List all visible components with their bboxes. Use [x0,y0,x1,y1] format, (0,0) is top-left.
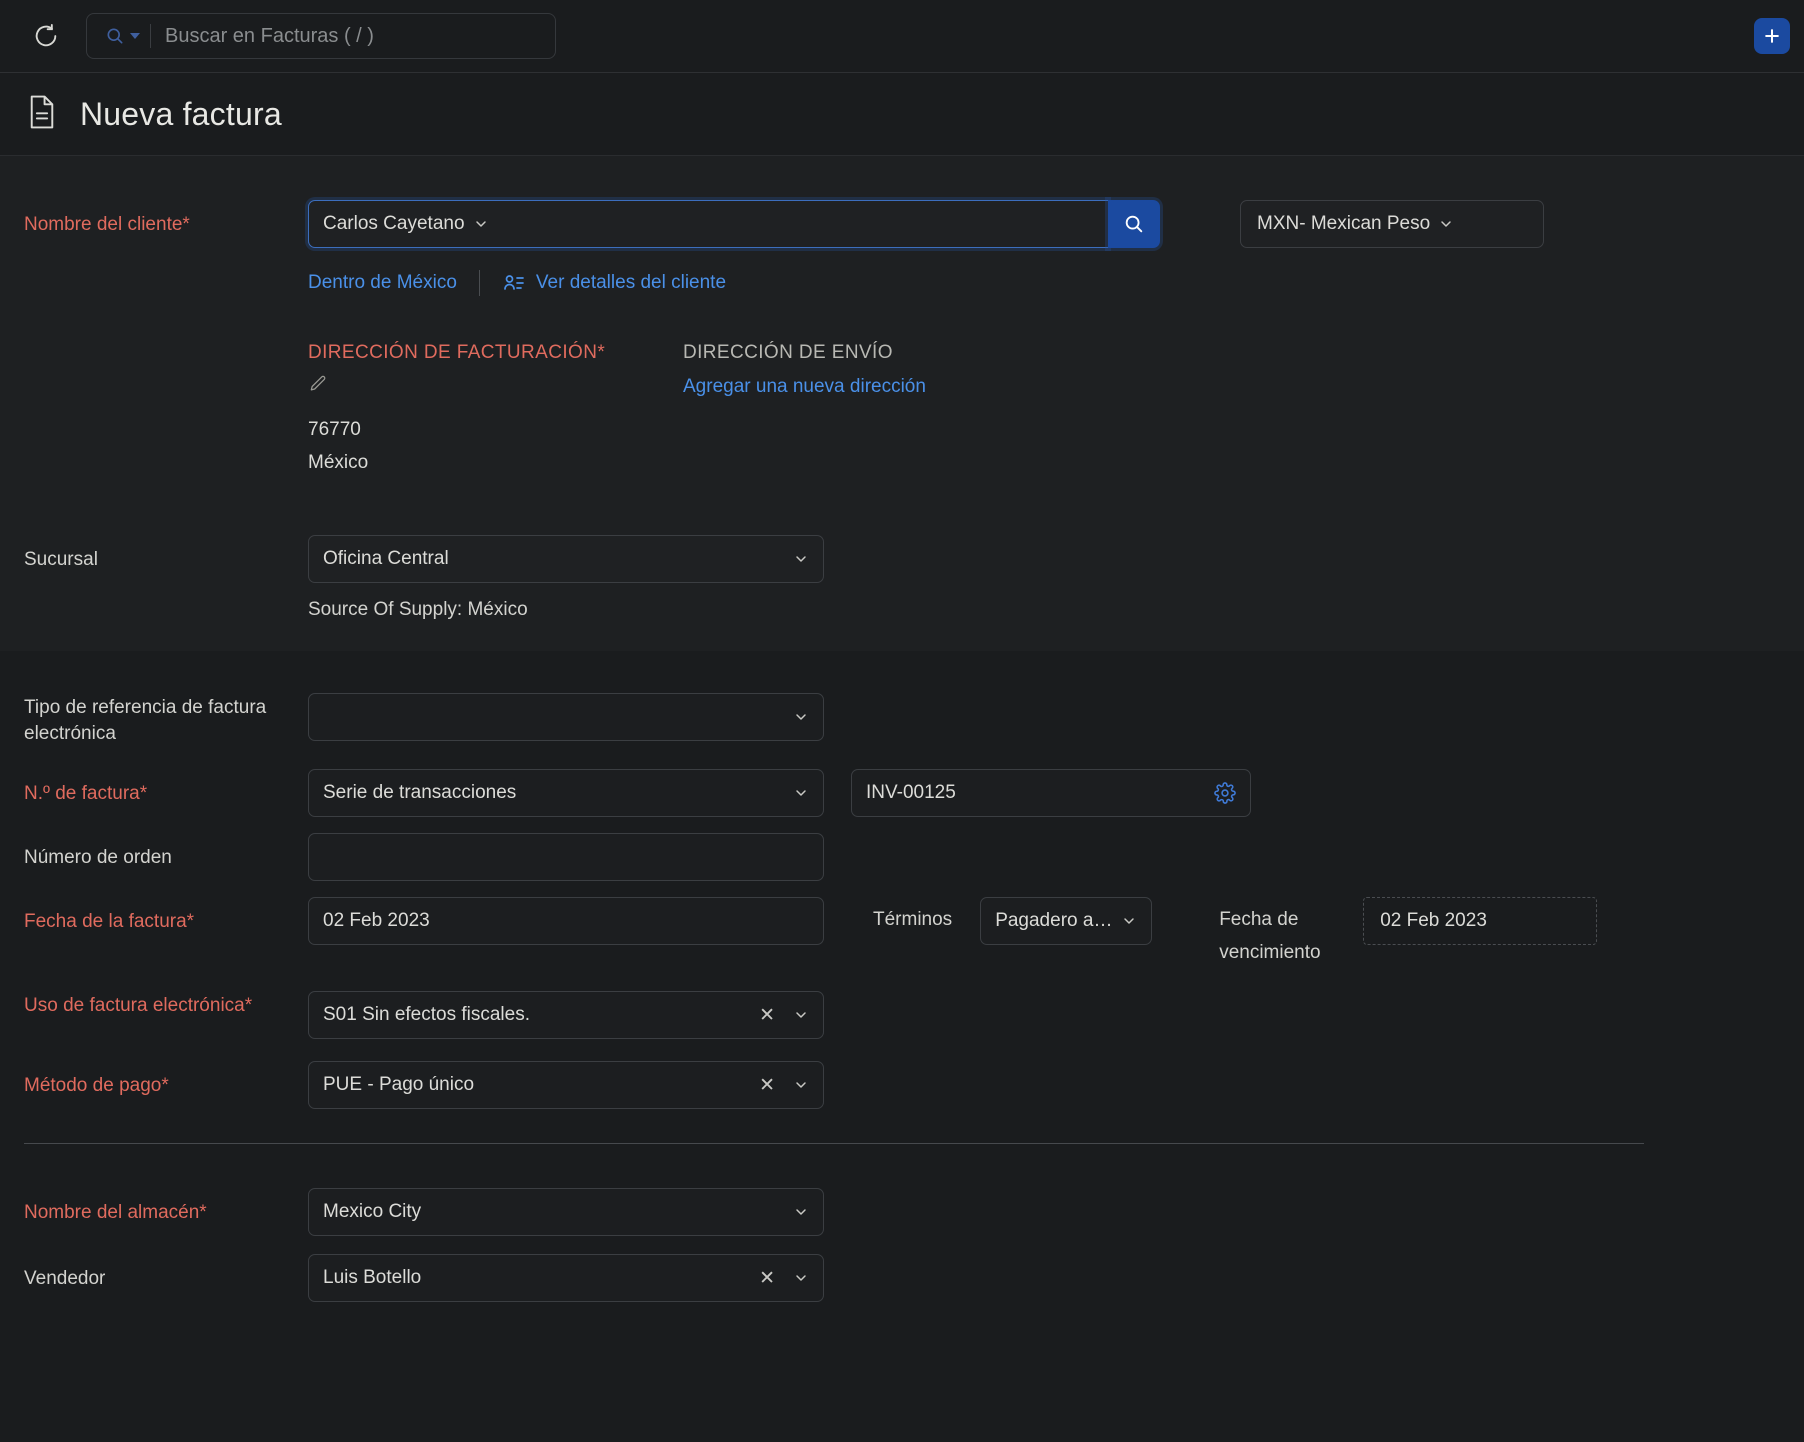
chevron-down-icon [796,556,806,562]
order-number-input[interactable] [308,833,824,881]
view-customer-details-link[interactable]: Ver detalles del cliente [502,271,726,295]
chevron-down-icon [1124,918,1134,924]
due-date-value: 02 Feb 2023 [1380,910,1487,931]
chevron-down-icon [796,1275,806,1281]
salesperson-row: Vendedor Luis Botello ✕ [0,1254,1804,1302]
invoice-number-value: INV-00125 [866,782,956,803]
plus-icon [1765,29,1779,43]
payment-method-row: Método de pago* PUE - Pago único ✕ [0,1061,1804,1109]
chevron-down-icon [796,1209,806,1215]
einvoice-reference-type-label: Tipo de referencia de factura electrónic… [24,697,267,744]
billing-address-heading: DIRECCIÓN DE FACTURACIÓN* [308,342,606,363]
invoice-series-value: Serie de transacciones [323,782,517,803]
shipping-address-column: DIRECCIÓN DE ENVÍO Agregar una nueva dir… [683,342,1058,479]
einvoice-use-label: Uso de factura electrónica* [24,995,253,1016]
add-new-address-link[interactable]: Agregar una nueva dirección [683,376,1058,398]
customer-section: Nombre del cliente* Carlos Cayetano MXN- [0,156,1804,651]
search-icon [107,28,123,44]
currency-value: MXN- Mexican Peso [1257,213,1431,234]
page-header: Nueva factura [0,73,1804,156]
currency-select[interactable]: MXN- Mexican Peso [1240,200,1544,248]
order-number-label: Número de orden [24,847,172,868]
branch-value: Oficina Central [323,548,449,569]
warehouse-select[interactable]: Mexico City [308,1188,824,1236]
add-new-button[interactable] [1754,18,1790,54]
source-of-supply-text: Source Of Supply: México [308,599,528,620]
search-input[interactable] [151,23,545,49]
due-date-value-box[interactable]: 02 Feb 2023 [1363,897,1598,945]
invoice-number-row: N.º de factura* Serie de transacciones I… [0,769,1804,817]
salesperson-value: Luis Botello [323,1267,422,1288]
order-number-row: Número de orden [0,833,1804,881]
shipping-address-heading: DIRECCIÓN DE ENVÍO [683,342,893,363]
page-title: Nueva factura [80,95,282,132]
customer-name-value: Carlos Cayetano [323,213,465,234]
einvoice-use-select[interactable]: S01 Sin efectos fiscales. ✕ [308,991,824,1039]
chevron-down-icon [796,714,806,720]
caret-down-icon [130,33,140,39]
search-scope-selector[interactable] [97,24,151,48]
customer-search-button[interactable] [1108,200,1160,248]
payment-method-value: PUE - Pago único [323,1074,475,1095]
branch-select[interactable]: Oficina Central [308,535,824,583]
terms-value: Pagadero a la... [995,910,1114,931]
terms-select[interactable]: Pagadero a la... [980,897,1153,945]
global-search-box[interactable] [86,13,556,59]
invoice-series-select[interactable]: Serie de transacciones [308,769,824,817]
salesperson-select[interactable]: Luis Botello ✕ [308,1254,824,1302]
chevron-down-icon [1441,221,1451,227]
customer-name-input[interactable]: Carlos Cayetano [308,200,1108,248]
link-divider [478,270,480,296]
einvoice-reference-type-select[interactable] [308,693,824,741]
top-bar [0,0,1804,73]
view-customer-details-label: Ver detalles del cliente [535,272,727,293]
clear-x-icon[interactable]: ✕ [759,1006,775,1025]
invoice-date-label: Fecha de la factura* [24,911,195,932]
einvoice-use-row: Uso de factura electrónica* S01 Sin efec… [0,991,1804,1039]
invoice-number-label: N.º de factura* [24,783,148,804]
invoice-date-value: 02 Feb 2023 [323,910,430,931]
clear-x-icon[interactable]: ✕ [759,1076,775,1095]
customer-name-label: Nombre del cliente* [24,214,190,235]
warehouse-row: Nombre del almacén* Mexico City [0,1188,1804,1236]
refresh-clock-icon[interactable] [28,18,64,54]
warehouse-label: Nombre del almacén* [24,1202,207,1223]
gear-icon[interactable] [1214,782,1236,804]
chevron-down-icon [796,1012,806,1018]
einvoice-reference-type-row: Tipo de referencia de factura electrónic… [0,693,1804,747]
address-block: DIRECCIÓN DE FACTURACIÓN* 76770 México D… [308,342,1804,479]
document-icon [26,94,58,135]
billing-address-line-2: México [308,452,369,473]
chevron-down-icon [796,790,806,796]
einvoice-use-value: S01 Sin efectos fiscales. [323,1004,530,1025]
search-icon [1125,215,1143,233]
invoice-details-section: Tipo de referencia de factura electrónic… [0,651,1804,1302]
customer-links-row: Dentro de México Ver detalles del client… [308,270,1804,296]
section-divider [24,1143,1644,1144]
salesperson-label: Vendedor [24,1268,106,1289]
terms-label: Términos [873,909,953,930]
billing-address-line-1: 76770 [308,419,361,440]
billing-address-column: DIRECCIÓN DE FACTURACIÓN* 76770 México [308,342,683,479]
contact-card-icon [504,275,524,290]
invoice-number-input[interactable]: INV-00125 [851,769,1251,817]
branch-row: Sucursal Oficina Central Source Of Suppl… [0,535,1804,621]
clear-x-icon[interactable]: ✕ [759,1269,775,1288]
chevron-down-icon [796,1082,806,1088]
customer-region-link[interactable]: Dentro de México [308,272,457,294]
invoice-date-input[interactable]: 02 Feb 2023 [308,897,824,945]
pencil-icon[interactable] [308,374,683,399]
due-date-label: Fecha de vencimiento [1219,909,1321,963]
customer-name-row: Nombre del cliente* Carlos Cayetano MXN- [0,200,1804,479]
branch-label: Sucursal [24,549,98,570]
payment-method-select[interactable]: PUE - Pago único ✕ [308,1061,824,1109]
payment-method-label: Método de pago* [24,1075,169,1096]
warehouse-value: Mexico City [323,1201,422,1222]
chevron-down-icon [475,221,486,227]
invoice-date-row: Fecha de la factura* 02 Feb 2023 Término… [0,897,1804,969]
